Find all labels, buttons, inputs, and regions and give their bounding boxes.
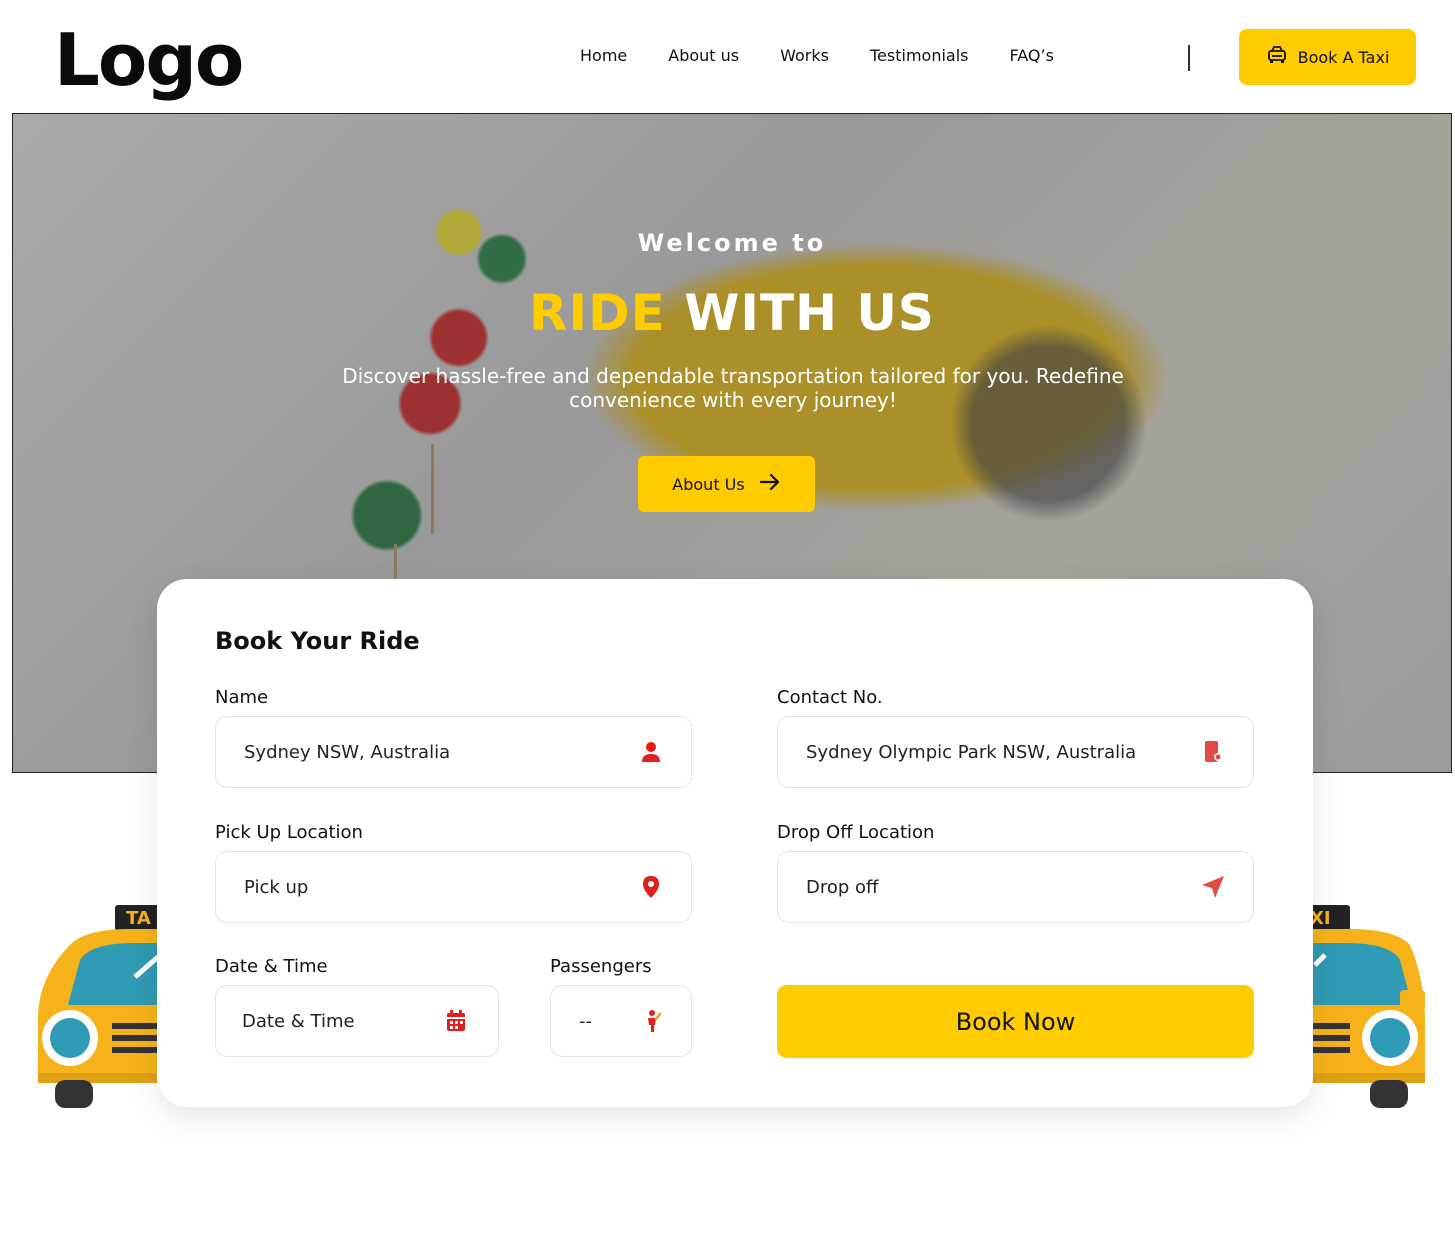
- dropoff-label: Drop Off Location: [777, 822, 935, 843]
- navigation-arrow-icon: [1201, 875, 1225, 899]
- book-a-taxi-button[interactable]: Book A Taxi: [1239, 29, 1416, 85]
- nav-home[interactable]: Home: [580, 46, 627, 65]
- hero-headline-rest: WITH US: [684, 284, 935, 342]
- contact-label: Contact No.: [777, 687, 883, 708]
- passenger-hail-icon: [641, 1009, 665, 1033]
- nav-divider: [1188, 45, 1190, 71]
- about-us-label: About Us: [672, 474, 745, 494]
- phone-contact-icon: [1201, 740, 1225, 764]
- passengers-field[interactable]: --: [550, 985, 692, 1057]
- contact-field[interactable]: Sydney Olympic Park NSW, Australia: [777, 716, 1254, 788]
- user-icon: [639, 740, 663, 764]
- calendar-icon: [444, 1009, 468, 1033]
- passengers-label: Passengers: [550, 956, 652, 977]
- main-nav: Home About us Works Testimonials FAQ’s: [580, 46, 1054, 65]
- taxi-icon: [1266, 45, 1288, 69]
- arrow-right-icon: [759, 473, 781, 495]
- taxi-illustration-right: XI: [1290, 905, 1450, 1110]
- booking-title: Book Your Ride: [215, 627, 420, 655]
- nav-faqs[interactable]: FAQ’s: [1009, 46, 1053, 65]
- book-now-button[interactable]: Book Now: [777, 985, 1254, 1058]
- logo[interactable]: Logo: [54, 24, 244, 96]
- name-field[interactable]: Sydney NSW, Australia: [215, 716, 692, 788]
- hero-subtitle: Discover hassle-free and dependable tran…: [342, 364, 1124, 412]
- booking-card: Book Your Ride Name Sydney NSW, Australi…: [157, 579, 1313, 1107]
- pickup-label: Pick Up Location: [215, 822, 363, 843]
- dropoff-value: Drop off: [806, 876, 879, 898]
- datetime-label: Date & Time: [215, 956, 328, 977]
- nav-about-us[interactable]: About us: [668, 46, 739, 65]
- about-us-button[interactable]: About Us: [638, 456, 815, 512]
- location-pin-icon: [639, 875, 663, 899]
- taxi-sign-left: TA: [126, 908, 151, 929]
- hero-welcome: Welcome to: [637, 229, 827, 257]
- dropoff-field[interactable]: Drop off: [777, 851, 1254, 923]
- datetime-value: Date & Time: [242, 1010, 355, 1032]
- book-a-taxi-label: Book A Taxi: [1297, 47, 1390, 67]
- nav-testimonials[interactable]: Testimonials: [870, 46, 969, 65]
- nav-works[interactable]: Works: [780, 46, 829, 65]
- pickup-value: Pick up: [244, 876, 309, 898]
- taxi-sign-right: XI: [1310, 908, 1331, 929]
- hero-headline: RIDE WITH US: [13, 284, 1451, 342]
- passengers-value: --: [579, 1010, 592, 1032]
- contact-value: Sydney Olympic Park NSW, Australia: [806, 741, 1137, 763]
- hero-headline-accent: RIDE: [529, 284, 666, 342]
- name-value: Sydney NSW, Australia: [244, 741, 451, 763]
- pickup-field[interactable]: Pick up: [215, 851, 692, 923]
- name-label: Name: [215, 687, 269, 708]
- datetime-field[interactable]: Date & Time: [215, 985, 499, 1057]
